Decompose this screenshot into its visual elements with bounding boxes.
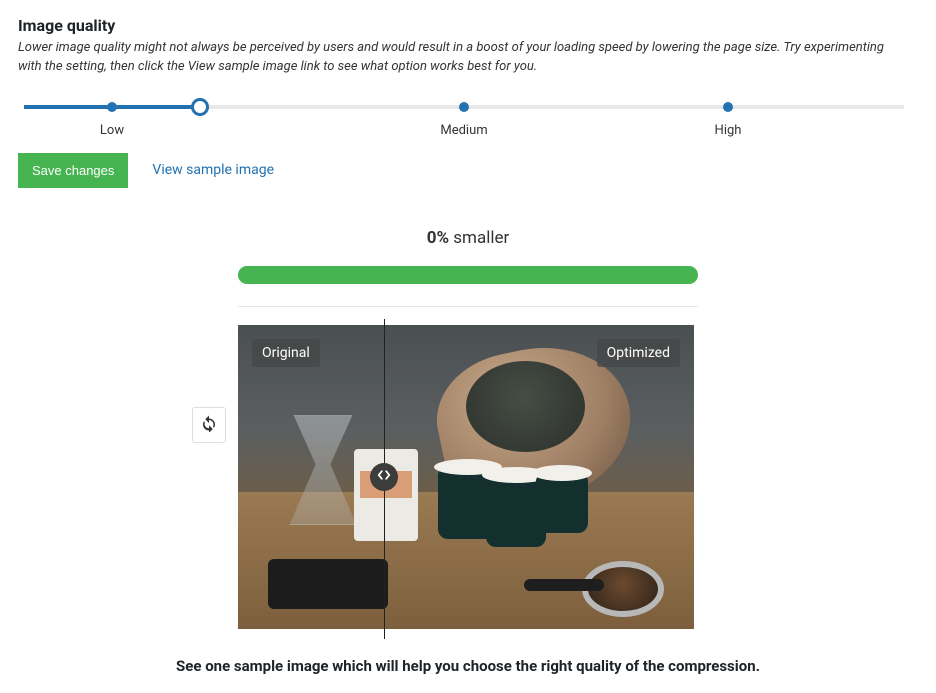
compression-progress-bar bbox=[238, 266, 698, 284]
refresh-sample-button[interactable] bbox=[192, 407, 226, 443]
drag-icon bbox=[377, 468, 391, 485]
quality-slider[interactable]: Low Medium High bbox=[24, 105, 904, 141]
section-description: Lower image quality might not always be … bbox=[18, 39, 908, 77]
view-sample-link[interactable]: View sample image bbox=[152, 162, 274, 178]
slider-stop-medium[interactable] bbox=[459, 102, 469, 112]
footer-caption: See one sample image which will help you… bbox=[18, 657, 918, 675]
compression-result-text: 0% smaller bbox=[238, 228, 698, 248]
slider-label-low: Low bbox=[100, 123, 124, 138]
optimized-badge: Optimized bbox=[597, 339, 680, 367]
actions-row: Save changes View sample image bbox=[18, 153, 918, 188]
slider-label-high: High bbox=[715, 123, 742, 138]
slider-labels: Low Medium High bbox=[24, 123, 904, 141]
slider-label-medium: Medium bbox=[440, 123, 487, 138]
section-title: Image quality bbox=[18, 16, 918, 35]
compression-suffix: smaller bbox=[449, 228, 509, 248]
compression-percent: 0% bbox=[427, 228, 449, 248]
comparison-area: 0% smaller Original Optimized bbox=[238, 228, 698, 629]
divider bbox=[238, 306, 698, 307]
save-button[interactable]: Save changes bbox=[18, 153, 128, 188]
sample-image bbox=[238, 325, 694, 629]
slider-stop-low[interactable] bbox=[107, 102, 117, 112]
original-badge: Original bbox=[252, 339, 320, 367]
refresh-icon bbox=[200, 414, 218, 436]
compare-handle[interactable] bbox=[370, 463, 398, 491]
slider-stop-high[interactable] bbox=[723, 102, 733, 112]
slider-track bbox=[24, 105, 904, 109]
slider-thumb[interactable] bbox=[191, 98, 209, 116]
image-compare[interactable]: Original Optimized bbox=[238, 325, 694, 629]
